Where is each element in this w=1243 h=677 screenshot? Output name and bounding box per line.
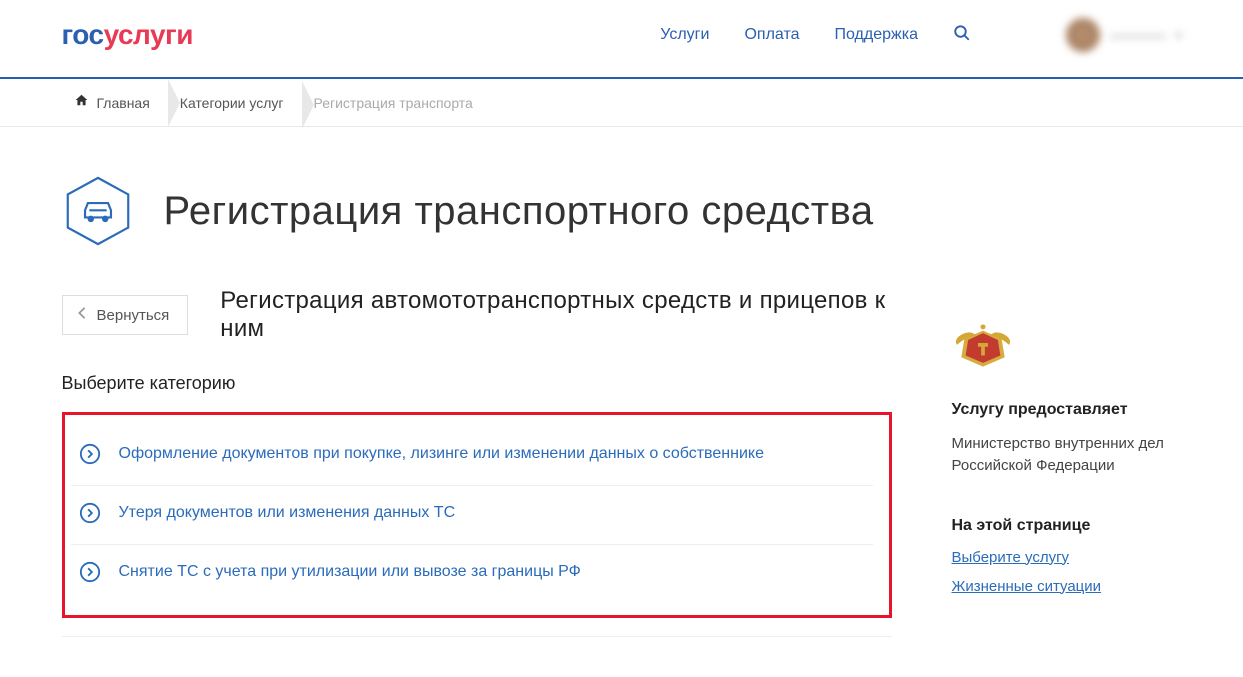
sidebar: Услугу предоставляет Министерство внутре…	[952, 267, 1182, 637]
nav-support[interactable]: Поддержка	[835, 26, 918, 44]
category-item-documents[interactable]: Оформление документов при покупке, лизин…	[71, 427, 873, 486]
back-button[interactable]: Вернуться	[62, 295, 189, 335]
category-item-label: Оформление документов при покупке, лизин…	[119, 442, 764, 465]
breadcrumb-current: Регистрация транспорта	[302, 81, 491, 125]
avatar	[1066, 18, 1100, 52]
breadcrumb-bar: Главная Категории услуг Регистрация тран…	[0, 77, 1243, 127]
nav-services[interactable]: Услуги	[660, 26, 709, 44]
nav-payment[interactable]: Оплата	[744, 26, 799, 44]
divider	[62, 636, 892, 637]
user-name: ————	[1110, 27, 1166, 43]
home-icon	[74, 93, 89, 112]
provider-heading: Услугу предоставляет	[952, 401, 1182, 419]
category-item-label: Снятие ТС с учета при утилизации или выв…	[119, 560, 581, 583]
main-nav: Услуги Оплата Поддержка	[660, 24, 971, 47]
page-hero: Регистрация транспортного средства	[62, 127, 1182, 267]
breadcrumb-home[interactable]: Главная	[62, 79, 168, 126]
header: госуслуги Услуги Оплата Поддержка ———— ▾	[0, 0, 1243, 77]
breadcrumb-home-label: Главная	[97, 95, 150, 111]
chevron-down-icon: ▾	[1176, 29, 1182, 42]
page-title: Регистрация транспортного средства	[164, 189, 874, 234]
breadcrumb-categories-label: Категории услуг	[180, 95, 284, 111]
logo-part-2: услуги	[104, 19, 193, 50]
logo[interactable]: госуслуги	[62, 19, 193, 51]
sub-title: Регистрация автомототранспортных средств…	[220, 287, 891, 343]
arrow-circle-icon	[79, 561, 101, 588]
category-item-deregister[interactable]: Снятие ТС с учета при утилизации или выв…	[71, 545, 873, 603]
breadcrumb-categories[interactable]: Категории услуг	[168, 81, 302, 125]
search-icon[interactable]	[953, 24, 971, 47]
chevron-left-icon	[77, 306, 87, 324]
back-button-label: Вернуться	[97, 307, 170, 324]
user-menu[interactable]: ———— ▾	[1066, 18, 1182, 52]
on-page-heading: На этой странице	[952, 517, 1182, 535]
anchor-life-situations[interactable]: Жизненные ситуации	[952, 578, 1182, 595]
arrow-circle-icon	[79, 502, 101, 529]
on-page-links: Выберите услугу Жизненные ситуации	[952, 549, 1182, 595]
category-list-highlighted: Оформление документов при покупке, лизин…	[62, 412, 892, 618]
breadcrumb: Главная Категории услуг Регистрация тран…	[62, 79, 1182, 126]
provider-text: Министерство внутренних дел Российской Ф…	[952, 433, 1182, 477]
car-hexagon-icon	[62, 175, 134, 247]
select-category-label: Выберите категорию	[62, 373, 892, 394]
category-item-label: Утеря документов или изменения данных ТС	[119, 501, 456, 524]
anchor-select-service[interactable]: Выберите услугу	[952, 549, 1182, 566]
logo-part-1: гос	[62, 19, 104, 50]
emblem-icon	[952, 323, 1012, 373]
category-item-loss[interactable]: Утеря документов или изменения данных ТС	[71, 486, 873, 545]
breadcrumb-current-label: Регистрация транспорта	[314, 95, 473, 111]
arrow-circle-icon	[79, 443, 101, 470]
